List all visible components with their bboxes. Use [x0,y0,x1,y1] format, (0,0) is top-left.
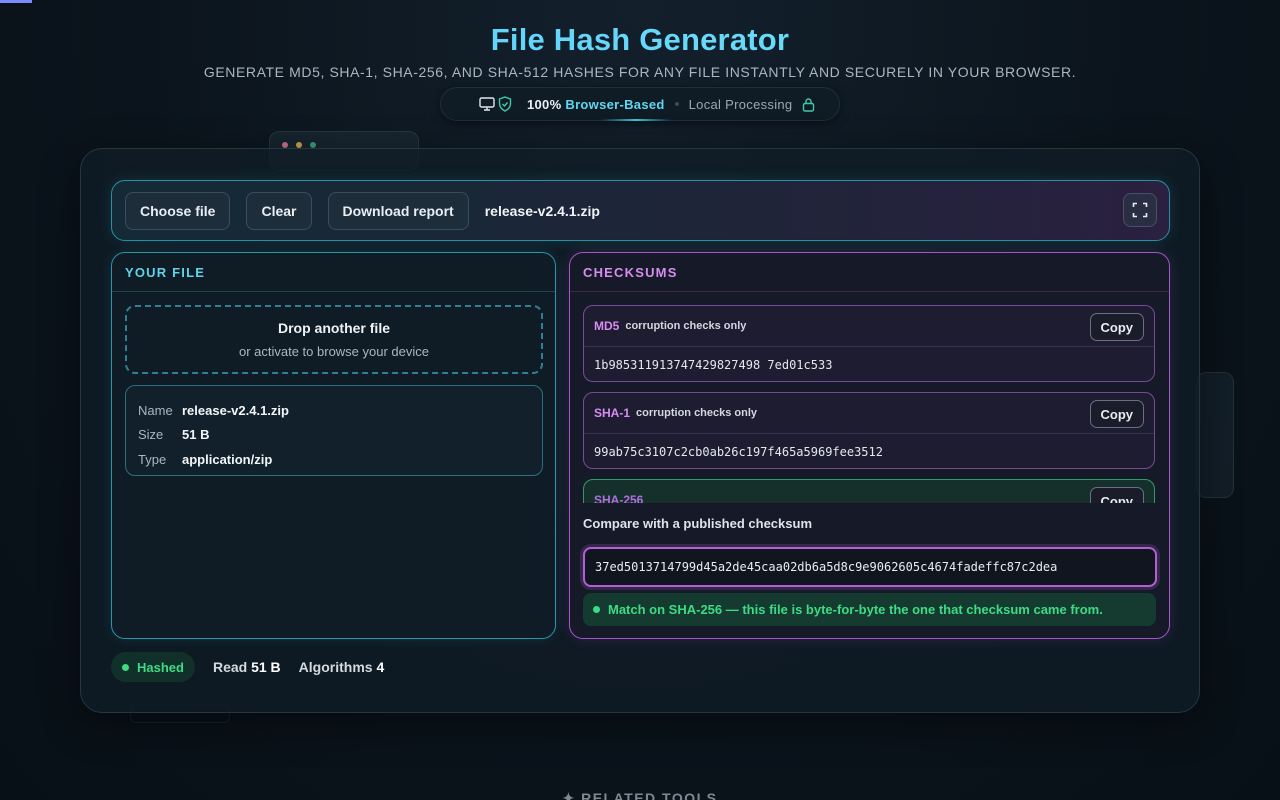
badge-prefix: 100% [527,96,562,112]
meta-row-type: Type application/zip [138,447,542,472]
read-value: 51 B [251,659,281,675]
copy-sha1-button[interactable]: Copy [1089,400,1144,428]
hash-digest: 99ab75c3107c2cb0ab26c197f465a5969fee3512 [594,445,883,459]
meta-row-size: Size 51 B [138,423,542,448]
shield-check-icon [497,96,513,112]
success-dot [593,606,600,613]
meta-row-name: Name release-v2.4.1.zip [138,398,542,423]
monitor-icon [479,96,495,112]
checksums-heading: CHECKSUMS [570,253,1169,292]
file-dropzone[interactable]: Drop another file or activate to browse … [125,305,543,374]
dropzone-subtitle: or activate to browse your device [238,344,430,359]
read-label: Read [212,659,248,675]
hash-algorithm: MD5 [594,319,620,333]
compare-label: Compare with a published checksum [583,516,812,531]
separator-dot [674,102,679,106]
meta-value: release-v2.4.1.zip [182,402,289,418]
related-tools-heading: ✦ RELATED TOOLS [0,790,1280,800]
hash-digest: 1b985311913747429827498 7ed01c533 [594,358,833,372]
meta-key: Type [138,451,167,467]
your-file-heading: YOUR FILE [112,253,555,292]
selected-filename: release-v2.4.1.zip [484,202,600,219]
algorithms-value: 4 [376,659,385,675]
meta-key: Size [138,427,164,443]
status-bar: Hashed Read 51 B Algorithms 4 [111,652,384,682]
hash-item-sha1: SHA-1 corruption checks only Copy 99ab75… [583,392,1155,469]
puzzle-icon: ✦ [562,790,576,800]
algorithms-label: Algorithms [298,659,373,675]
checksums-card: CHECKSUMS MD5 corruption checks only Cop… [569,252,1170,639]
hash-header: SHA-256 Copy [584,480,1154,503]
clear-button[interactable]: Clear [246,191,312,230]
hash-note: corruption checks only [625,320,747,332]
privacy-badge: 100% Browser-Based Local Processing [440,87,840,121]
copy-sha256-button[interactable]: Copy [1089,487,1144,503]
lock-icon [800,96,816,112]
hash-algorithm: SHA-1 [594,406,631,420]
hash-header: MD5 corruption checks only Copy [584,306,1154,347]
status-text: Hashed [137,659,184,675]
hash-list[interactable]: MD5 corruption checks only Copy 1b985311… [583,305,1155,503]
page-title: File Hash Generator [0,20,1280,60]
file-metadata: Name release-v2.4.1.zip Size 51 B Type a… [125,385,543,476]
top-accent-bar [0,0,32,3]
copy-md5-button[interactable]: Copy [1089,313,1144,341]
read-stat: Read 51 B [213,659,281,675]
page-subtitle: GENERATE MD5, SHA-1, SHA-256, AND SHA-51… [203,64,1077,80]
dropzone-title: Drop another file [277,320,390,336]
main-panel: Choose file Clear Download report releas… [80,148,1200,713]
meta-key: Name [138,402,173,418]
badge-highlight: Browser-Based [565,96,665,112]
choose-file-button[interactable]: Choose file [125,191,231,230]
hash-item-sha256: SHA-256 Copy [583,479,1155,503]
badge-glow [601,119,671,121]
toolbar: Choose file Clear Download report releas… [111,180,1170,241]
compare-checksum-input[interactable] [583,547,1157,587]
fullscreen-icon [1132,202,1148,218]
your-file-card: YOUR FILE Drop another file or activate … [111,252,556,639]
algorithms-stat: Algorithms 4 [299,659,385,675]
hash-algorithm: SHA-256 [594,493,644,503]
meta-value: application/zip [182,451,273,467]
badge-local-processing: Local Processing [688,96,793,112]
hash-item-md5: MD5 corruption checks only Copy 1b985311… [583,305,1155,382]
match-text: Match on SHA-256 — this file is byte-for… [608,602,1103,617]
success-dot [122,663,129,671]
hash-note: corruption checks only [636,407,758,419]
badge-browser-based: 100% Browser-Based [527,97,665,112]
meta-value: 51 B [182,427,210,443]
status-badge: Hashed [111,652,195,682]
match-result: Match on SHA-256 — this file is byte-for… [583,593,1156,626]
page-header: File Hash Generator GENERATE MD5, SHA-1,… [0,20,1280,82]
hash-header: SHA-1 corruption checks only Copy [584,393,1154,434]
fullscreen-button[interactable] [1123,193,1157,227]
related-tools-label: RELATED TOOLS [581,790,718,800]
download-report-button[interactable]: Download report [327,191,469,230]
decorative-card [1196,372,1234,498]
